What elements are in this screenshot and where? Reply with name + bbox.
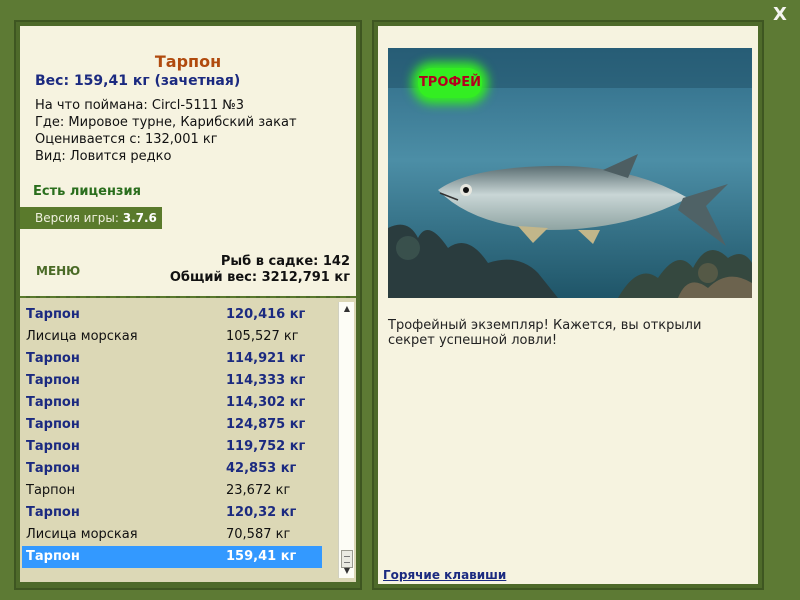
version-bar: Версия игры: 3.7.6 bbox=[20, 207, 162, 229]
list-item-weight: 114,333 кг bbox=[226, 373, 306, 388]
photo-panel-inner: ТРОФЕЙ Трофейный экземпляр! Кажется, вы … bbox=[378, 26, 758, 584]
list-item[interactable]: Тарпон 114,302 кг bbox=[22, 392, 322, 414]
hotkeys-link[interactable]: Горячие клавиши bbox=[383, 568, 506, 582]
list-item[interactable]: Тарпон 23,672 кг bbox=[22, 480, 322, 502]
catch-list-items: Тарпон 120,416 кг Лисица морская 105,527 кг… bbox=[22, 304, 322, 568]
menu-button[interactable]: МЕНЮ bbox=[36, 264, 80, 278]
catch-list[interactable]: Тарпон 120,416 кг Лисица морская 105,527 кг… bbox=[20, 298, 356, 582]
fish-type: Вид: Ловится редко bbox=[35, 149, 172, 164]
fish-photo-panel: ТРОФЕЙ Трофейный экземпляр! Кажется, вы … bbox=[372, 20, 764, 590]
list-item-weight: 114,302 кг bbox=[226, 395, 306, 410]
list-item-weight: 105,527 кг bbox=[226, 329, 299, 344]
list-item-weight: 42,853 кг bbox=[226, 461, 297, 476]
list-item-weight: 23,672 кг bbox=[226, 483, 291, 498]
total-weight: Общий вес: 3212,791 кг bbox=[169, 270, 350, 285]
list-item-weight: 70,587 кг bbox=[226, 527, 291, 542]
list-item-name: Тарпон bbox=[26, 307, 80, 322]
list-item-name: Тарпон bbox=[26, 483, 76, 498]
fish-location: Где: Мировое турне, Карибский закат bbox=[35, 115, 297, 130]
list-item[interactable]: Тарпон 120,32 кг bbox=[22, 502, 322, 524]
list-scrollbar[interactable]: ▲ ▼ bbox=[338, 302, 354, 578]
fish-evaluated: Оценивается с: 132,001 кг bbox=[35, 132, 218, 147]
list-item-name: Тарпон bbox=[26, 395, 80, 410]
list-item-weight: 159,41 кг bbox=[226, 549, 297, 564]
version-label: Версия игры: bbox=[35, 211, 123, 225]
list-item[interactable]: Тарпон 114,333 кг bbox=[22, 370, 322, 392]
keepnet-stats: Рыб в садке: 142 Общий вес: 3212,791 кг bbox=[170, 254, 350, 286]
list-item[interactable]: Лисица морская 70,587 кг bbox=[22, 524, 322, 546]
list-item-name: Лисица морская bbox=[26, 329, 138, 344]
fish-weight: Вес: 159,41 кг (зачетная) bbox=[35, 73, 241, 89]
license-status: Есть лицензия bbox=[33, 184, 141, 199]
list-item[interactable]: Тарпон 120,416 кг bbox=[22, 304, 322, 326]
list-item-name: Лисица морская bbox=[26, 527, 138, 542]
trophy-badge: ТРОФЕЙ bbox=[418, 68, 482, 98]
list-item[interactable]: Тарпон 124,875 кг bbox=[22, 414, 322, 436]
list-item-name: Тарпон bbox=[26, 549, 80, 564]
fish-bait: На что поймана: Circl-5111 №3 bbox=[35, 98, 245, 113]
list-item-weight: 120,32 кг bbox=[226, 505, 297, 520]
scroll-up-icon[interactable]: ▲ bbox=[339, 302, 355, 316]
list-item-weight: 124,875 кг bbox=[226, 417, 306, 432]
fish-info-panel: Тарпон Вес: 159,41 кг (зачетная) На что … bbox=[14, 20, 362, 590]
version-value: 3.7.6 bbox=[122, 211, 157, 225]
list-item-weight: 119,752 кг bbox=[226, 439, 306, 454]
fish-description: Трофейный экземпляр! Кажется, вы открыли… bbox=[388, 318, 702, 348]
list-item-weight: 114,921 кг bbox=[226, 351, 306, 366]
list-item[interactable]: Тарпон 114,921 кг bbox=[22, 348, 322, 370]
list-item[interactable]: Тарпон 42,853 кг bbox=[22, 458, 322, 480]
list-item-name: Тарпон bbox=[26, 351, 80, 366]
fish-count: Рыб в садке: 142 bbox=[220, 254, 350, 269]
list-item-name: Тарпон bbox=[26, 439, 80, 454]
list-item[interactable]: Тарпон 119,752 кг bbox=[22, 436, 322, 458]
list-item[interactable]: Тарпон 159,41 кг bbox=[22, 546, 322, 568]
list-item-weight: 120,416 кг bbox=[226, 307, 306, 322]
fish-details: Тарпон Вес: 159,41 кг (зачетная) На что … bbox=[20, 26, 356, 298]
list-item-name: Тарпон bbox=[26, 505, 80, 520]
close-button[interactable]: X bbox=[770, 4, 790, 26]
scroll-down-icon[interactable]: ▼ bbox=[339, 564, 355, 578]
list-item-name: Тарпон bbox=[26, 461, 80, 476]
fish-name-title: Тарпон bbox=[154, 52, 222, 71]
list-item-name: Тарпон bbox=[26, 417, 80, 432]
list-item-name: Тарпон bbox=[26, 373, 80, 388]
list-item[interactable]: Лисица морская 105,527 кг bbox=[22, 326, 322, 348]
fish-photo: ТРОФЕЙ bbox=[388, 48, 752, 298]
